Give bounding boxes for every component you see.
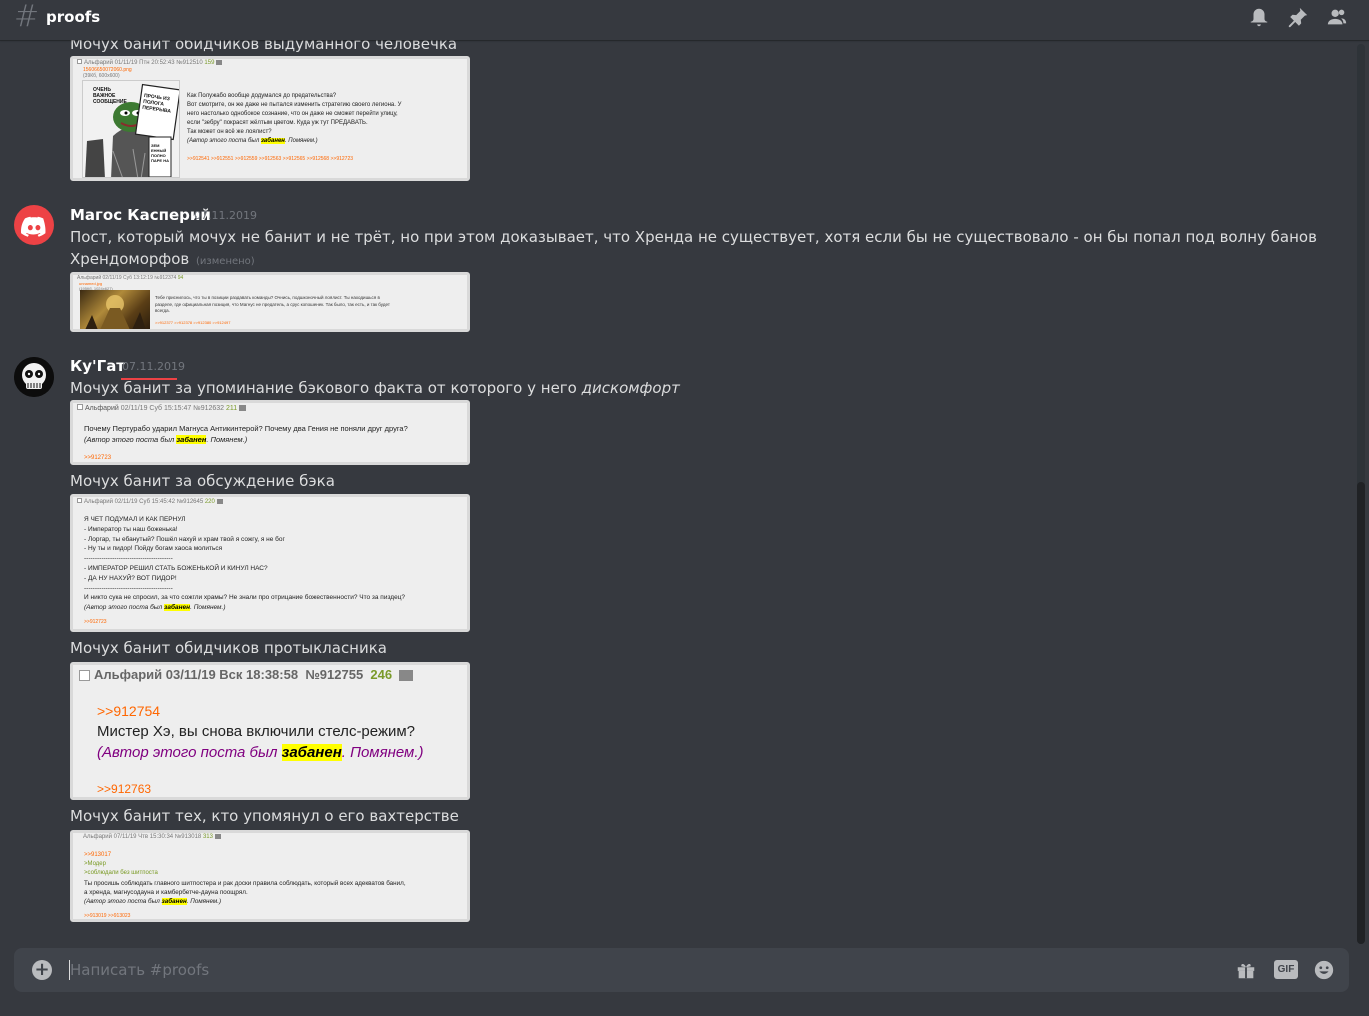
message-text: Пост, который мочух не банит и не трёт, … xyxy=(70,228,1317,246)
ban-notice: (Автор этого поста был забанен. Помянем.… xyxy=(97,744,424,761)
avatar[interactable] xyxy=(14,205,54,245)
reply-links[interactable]: >>912541 >>912551 >>912559 >>912563 >>91… xyxy=(187,156,353,162)
reply-count: 313 xyxy=(202,834,213,841)
post-screenshot-4[interactable]: Альфарий 02/11/19 Суб 15:45:42 №912645 2… xyxy=(70,494,470,632)
reply-links[interactable]: >>913019 >>913023 xyxy=(84,913,130,919)
post-line: - Ну ты и пидор! Пойду богам хаоса молит… xyxy=(84,545,223,553)
reply-count: 246 xyxy=(370,667,393,682)
ban-notice: (Автор этого поста был забанен. Помянем.… xyxy=(84,435,248,444)
post-line: - ДА НУ НАХУЙ? ВОТ ПИДОР! xyxy=(84,574,177,582)
username[interactable]: Ку'Гат xyxy=(70,356,125,376)
post-number: №912755 xyxy=(305,667,364,682)
message-composer: + GIF xyxy=(14,948,1349,992)
meme-caption: ОЧЕНЬ ВАЖНОЕ СООБЩЕНИЕ xyxy=(93,87,127,105)
pin-icon[interactable] xyxy=(1287,6,1309,28)
post-line: Так может он всё же лоялист? xyxy=(187,129,272,135)
hash-icon: # xyxy=(14,0,40,34)
gift-icon[interactable] xyxy=(1235,959,1257,981)
post-screenshot-5[interactable]: Альфарий 03/11/19 Вск 18:38:58 №912755 2… xyxy=(70,662,470,800)
reply-links[interactable]: >>912763 xyxy=(97,782,151,796)
reply-count: 211 xyxy=(226,405,238,412)
message-text: Мочух банит обидчиков протыкласника xyxy=(70,639,387,657)
ban-notice: (Автор этого поста был забанен. Помянем.… xyxy=(187,138,318,144)
scrollbar-thumb[interactable] xyxy=(1357,482,1365,944)
members-icon[interactable] xyxy=(1326,6,1348,28)
post-line: Мистер Хэ, вы снова включили стелс-режим… xyxy=(97,723,416,740)
message-text: Мочух банит тех, кто упомянул о его вахт… xyxy=(70,807,459,825)
gif-icon[interactable]: GIF xyxy=(1274,960,1298,979)
post-line: него настолько однобокое сознание, что о… xyxy=(187,111,398,117)
post-date: 02/11/19 Суб 15:15:47 xyxy=(120,405,192,412)
post-image xyxy=(80,290,150,329)
post-header: Альфарий 01/11/19 Птн 20:52:43 №912510 xyxy=(84,60,203,66)
post-date: 03/11/19 Вск 18:38:58 xyxy=(165,667,299,682)
ban-notice: (Автор этого поста был забанен. Помянем.… xyxy=(84,604,226,612)
reply-links[interactable]: >>912377 >>912378 >>912380 >>912497 xyxy=(155,320,230,325)
file-meta: (39Кб, 600x600) xyxy=(83,73,120,79)
channel-header: # proofs xyxy=(0,0,1369,40)
post-screenshot-3[interactable]: Альфарий 02/11/19 Суб 15:15:47 №912632 2… xyxy=(70,400,470,465)
post-line: если "зебру" покрасят жёлтым цветом. Куд… xyxy=(187,120,368,126)
reply-link[interactable]: >>912754 xyxy=(97,703,160,719)
username[interactable]: Магос Касперий xyxy=(70,205,211,225)
post-author: Альфарий xyxy=(94,667,163,682)
post-line: И никто сука не спросил, за что сожгли х… xyxy=(84,594,406,602)
message-list[interactable]: Мочух банит обидчиков выдуманного челове… xyxy=(0,40,1369,940)
edited-label: (изменено) xyxy=(196,256,255,267)
post-line: а хренда, магнусодауна и камбербетче-дау… xyxy=(84,889,248,896)
post-screenshot-6[interactable]: Альфарий 07/11/19 Чтв 15:30:34 №913018 3… xyxy=(70,830,470,922)
timestamp: 07.11.2019 xyxy=(194,209,257,222)
timestamp: 07.11.2019 xyxy=(122,360,185,373)
reply-count: 94 xyxy=(177,275,184,281)
post-line: Вот смотрите, он же даже не пытался изме… xyxy=(187,102,402,108)
post-line: Ты просишь соблюдать главного шитпостера… xyxy=(84,880,406,887)
meme-sign-2: ЗЕМ ЕННЫЙ ПОЛНО ПАРЕ НА xyxy=(151,143,169,163)
message-text: Мочух банит за обсуждение бэка xyxy=(70,472,335,490)
message-text: Мочух банит за упоминание бэкового факта… xyxy=(70,379,680,397)
message-text: Мочух банит обидчиков выдуманного челове… xyxy=(70,40,458,53)
ban-notice: (Автор этого поста был забанен. Помянем.… xyxy=(84,898,222,905)
post-line: Как Полужабо вообще додумался до предате… xyxy=(187,93,337,99)
post-line: - Лоргар, ты ебанутый? Пошёл нахуй и хра… xyxy=(84,535,285,543)
reply-links[interactable]: >>912723 xyxy=(84,619,107,625)
channel-name: proofs xyxy=(46,8,101,26)
post-line: ----------------------------------------… xyxy=(84,584,173,592)
post-number: №912632 xyxy=(193,405,225,412)
avatar[interactable] xyxy=(14,357,54,397)
post-screenshot-1[interactable]: Альфарий 01/11/19 Птн 20:52:43 №912510 1… xyxy=(70,56,470,181)
skull-avatar-icon xyxy=(14,357,54,397)
emoji-icon[interactable] xyxy=(1313,959,1335,981)
post-author: Альфарий xyxy=(85,405,119,412)
post-line: ----------------------------------------… xyxy=(84,555,173,563)
post-header: Альфарий 02/11/19 Суб 15:45:42 №912645 xyxy=(84,499,204,505)
post-line: - Император ты наш боженька! xyxy=(84,525,178,533)
reply-links[interactable]: >>912723 xyxy=(84,455,111,461)
greentext: >соблюдали без шитпоста xyxy=(84,870,158,876)
greentext: >Модер xyxy=(84,861,106,867)
message-text: Хрендоморфов (изменено) xyxy=(70,250,255,268)
reply-count: 220 xyxy=(204,499,215,505)
meme-image: ОЧЕНЬ ВАЖНОЕ СООБЩЕНИЕ ПРОЧЬ ИЗ ПОЛОГА П… xyxy=(82,80,180,178)
post-line: Я ЧЕТ ПОДУМАЛ И КАК ПЕРНУЛ xyxy=(84,516,186,523)
attach-plus-icon[interactable]: + xyxy=(32,960,52,980)
post-header: Альфарий 07/11/19 Чтв 15:30:34 №913018 xyxy=(83,834,202,841)
post-line: - ИМПЕРАТОР РЕШИЛ СТАТЬ БОЖЕНЬКОЙ И КИНУ… xyxy=(84,564,268,572)
post-line: Почему Пертурабо ударил Магнуса Антикинт… xyxy=(84,424,408,433)
discord-logo-icon xyxy=(21,216,46,237)
post-line: всегда. xyxy=(155,308,170,313)
reply-link[interactable]: >>913017 xyxy=(84,852,111,858)
post-screenshot-2[interactable]: Альфарий 02/11/19 Суб 13:12:19 №912374 9… xyxy=(70,272,470,332)
bell-icon[interactable] xyxy=(1248,6,1270,28)
message-input[interactable] xyxy=(70,948,1170,992)
reply-count: 159 xyxy=(204,60,215,66)
